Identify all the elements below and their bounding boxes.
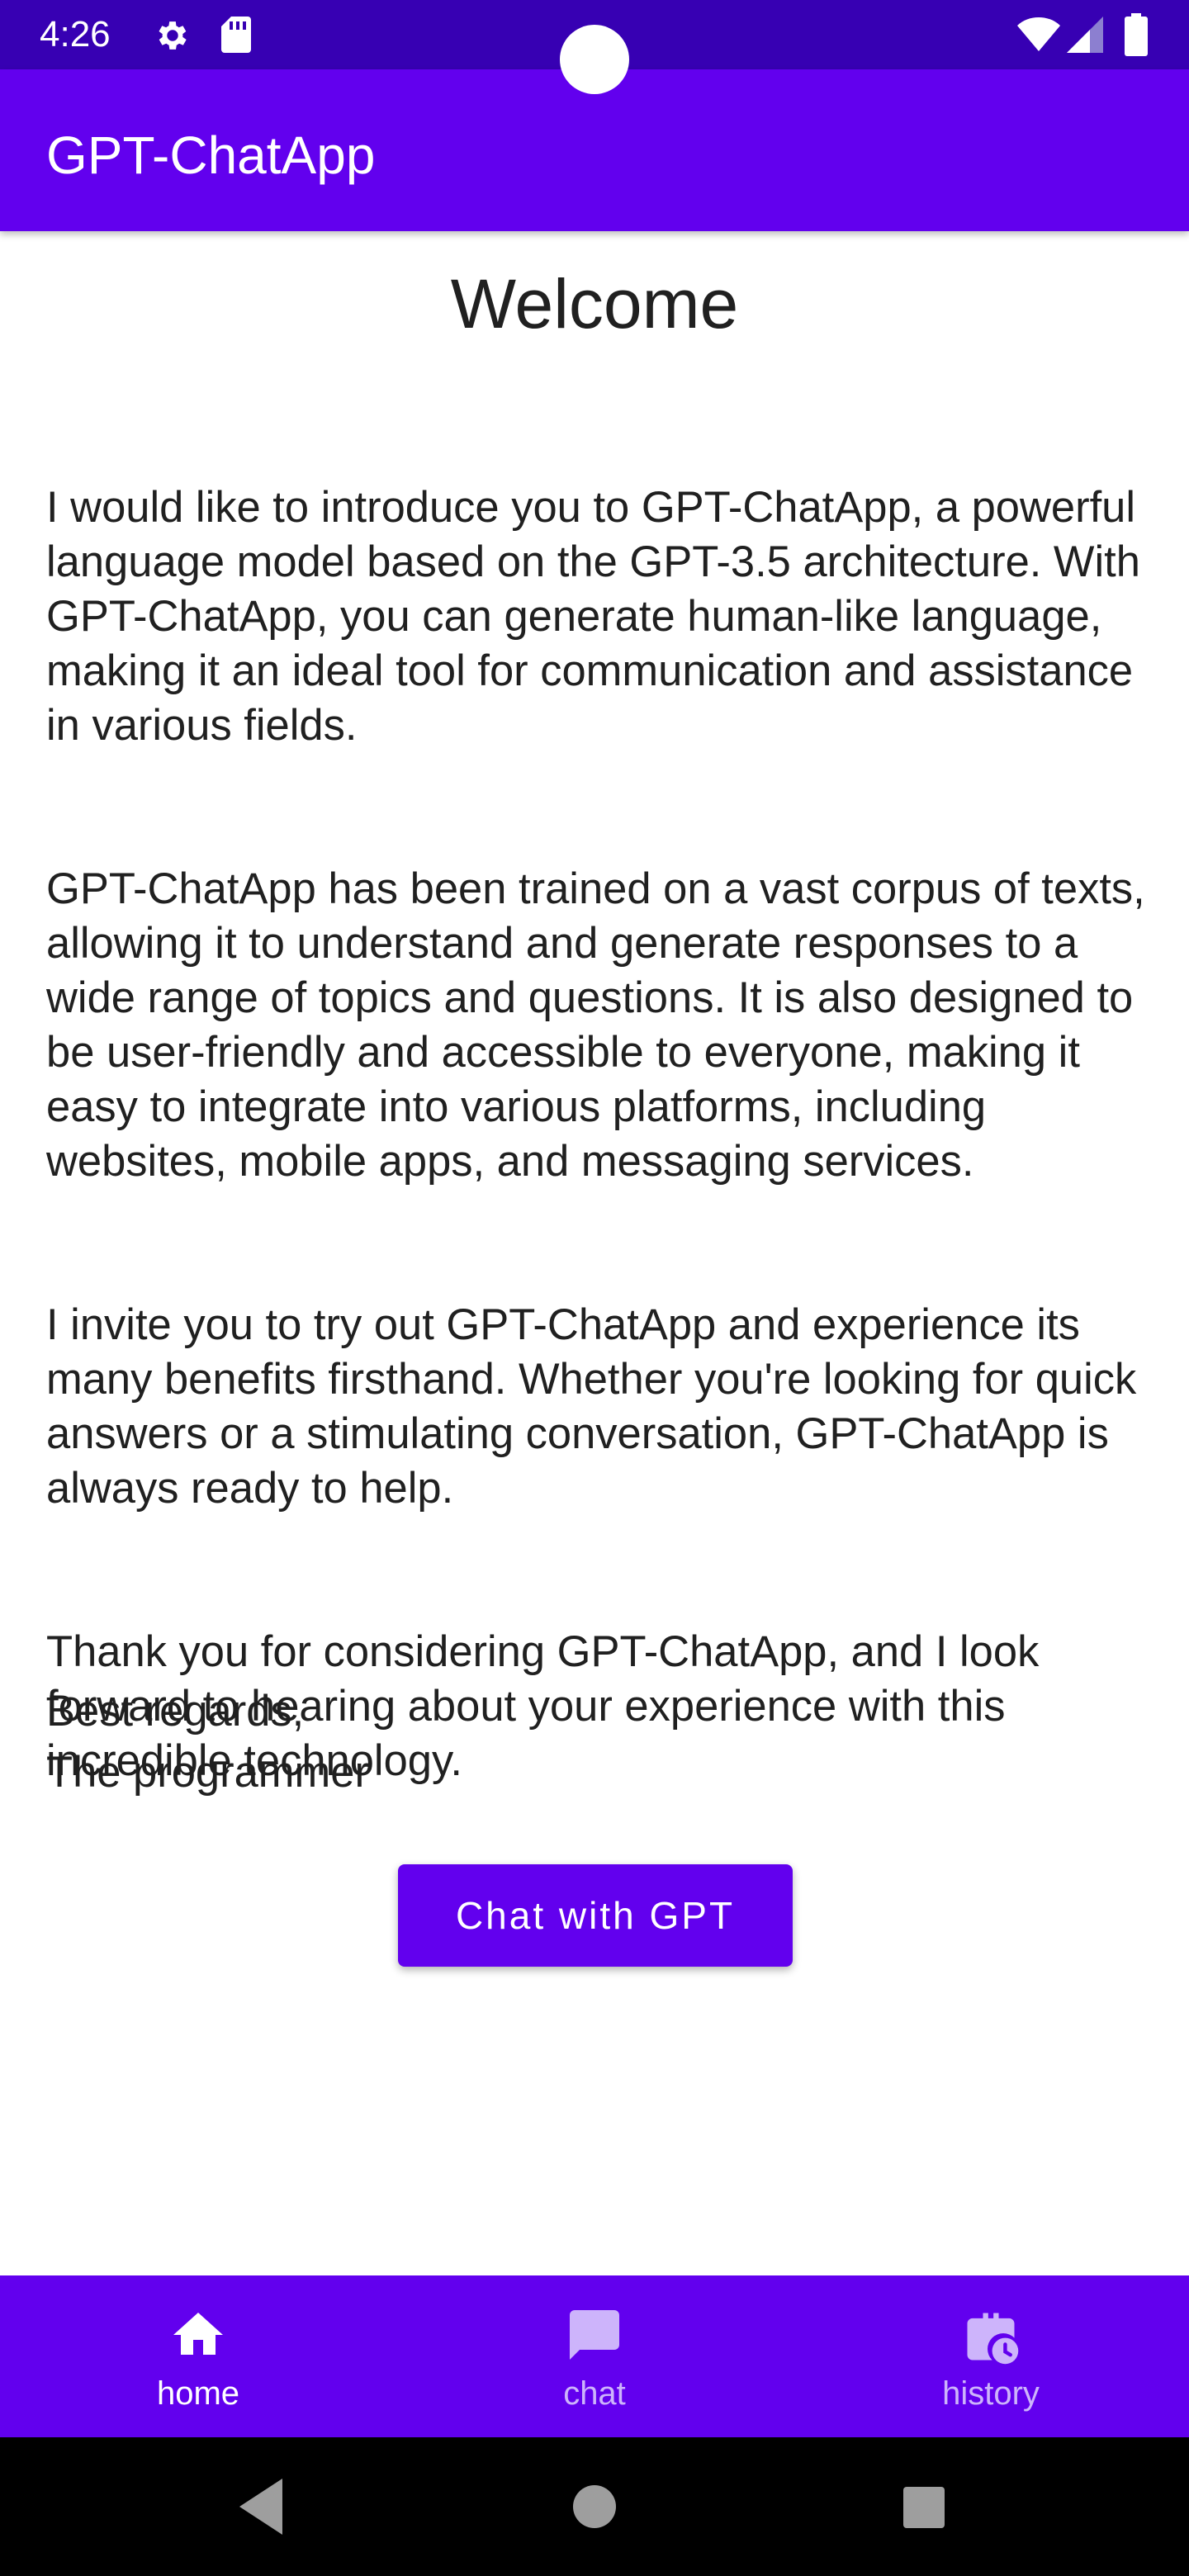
nav-item-history[interactable]: history xyxy=(793,2275,1189,2437)
chat-icon xyxy=(565,2305,624,2369)
status-time: 4:26 xyxy=(40,14,111,54)
paragraph: I would like to introduce you to GPT-Cha… xyxy=(46,483,1140,750)
intro-text: I would like to introduce you to GPT-Cha… xyxy=(46,426,1153,1843)
signature-text: The programmer xyxy=(46,1748,369,1797)
page-title: Welcome xyxy=(450,265,739,343)
sign-off: Best regards, The programmer xyxy=(46,1681,1153,1803)
home-circle-icon[interactable] xyxy=(573,2485,616,2532)
sd-card-icon xyxy=(220,15,253,59)
paragraph: GPT-ChatApp has been trained on a vast c… xyxy=(46,864,1145,1186)
closing-text: Best regards, xyxy=(46,1687,305,1735)
screen: 4:26 GPT-ChatApp Welcome I would like to… xyxy=(0,0,1189,2576)
nav-item-label: history xyxy=(942,2375,1040,2412)
system-navigation-bar xyxy=(0,2437,1189,2576)
gear-icon xyxy=(154,17,192,59)
nav-item-label: chat xyxy=(563,2375,626,2412)
history-icon xyxy=(959,2305,1022,2372)
chat-with-gpt-button-label: Chat with GPT xyxy=(455,1894,736,1937)
camera-cutout xyxy=(560,25,629,94)
nav-item-chat[interactable]: chat xyxy=(396,2275,793,2437)
bottom-navigation: home chat history xyxy=(0,2275,1189,2437)
recents-icon[interactable] xyxy=(903,2487,945,2532)
back-icon[interactable] xyxy=(239,2479,286,2539)
home-icon xyxy=(168,2305,228,2369)
app-title: GPT-ChatApp xyxy=(46,125,376,185)
chat-with-gpt-button[interactable]: Chat with GPT xyxy=(398,1864,793,1967)
nav-item-home[interactable]: home xyxy=(0,2275,396,2437)
wifi-icon xyxy=(1017,17,1060,55)
nav-item-label: home xyxy=(156,2375,240,2412)
signal-icon xyxy=(1067,17,1103,57)
paragraph: I invite you to try out GPT-ChatApp and … xyxy=(46,1300,1137,1513)
battery-icon xyxy=(1125,13,1148,60)
